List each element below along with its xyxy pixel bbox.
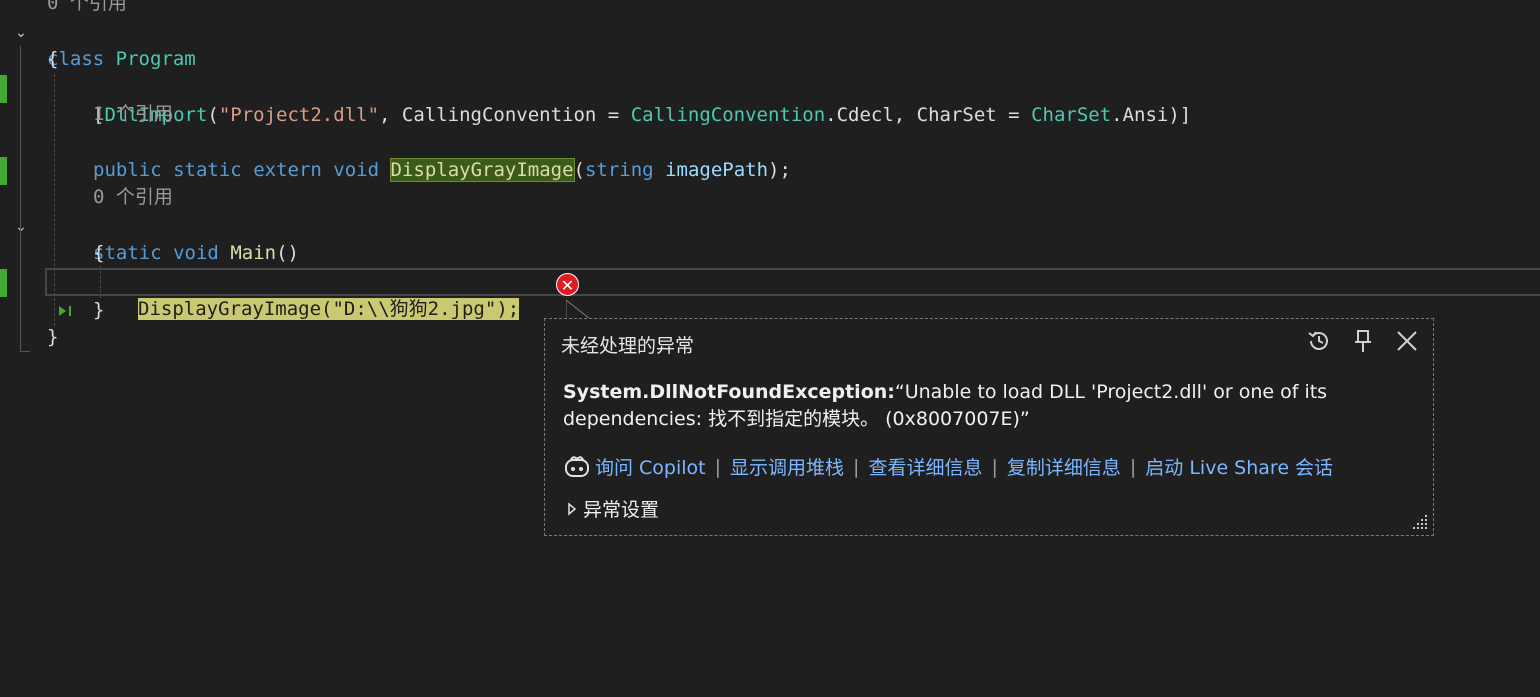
exception-settings-label: 异常设置 xyxy=(583,499,660,521)
outline-guide xyxy=(20,351,30,352)
fold-chevron-icon[interactable]: ⌄ xyxy=(12,218,30,236)
paren: ( xyxy=(207,104,219,126)
string-literal: "Project2.dll" xyxy=(218,104,380,126)
code-text: ); xyxy=(768,159,791,181)
type-name: CallingConvention xyxy=(630,104,826,126)
current-statement-highlight[interactable]: DisplayGrayImage("D:\\狗狗2.jpg"); xyxy=(138,298,520,320)
paren: ( xyxy=(573,159,585,181)
exception-helper-popup: 未经处理的异常 System.DllNotFoundException:“Una… xyxy=(544,318,1434,536)
run-to-cursor-icon[interactable] xyxy=(57,303,77,323)
codelens-references[interactable]: 0 个引用 xyxy=(93,184,173,211)
separator: | xyxy=(991,455,998,478)
separator: | xyxy=(714,455,722,478)
popup-pointer xyxy=(566,300,591,320)
code-text: ); xyxy=(496,298,520,320)
method-name-highlighted[interactable]: DisplayGrayImage xyxy=(389,158,575,182)
exception-actions: 询问 Copilot | 显示调用堆栈 | 查看详细信息 | 复制详细信息 | … xyxy=(563,453,1333,480)
type-name: CharSet xyxy=(1031,104,1112,126)
code-text: , CallingConvention = xyxy=(379,104,631,126)
outline-guide xyxy=(20,46,21,352)
copy-details-link[interactable]: 复制详细信息 xyxy=(1007,453,1121,480)
codelens-references[interactable]: 1 个引用 xyxy=(93,101,173,128)
resize-grip-icon[interactable] xyxy=(1409,511,1429,531)
history-icon[interactable] xyxy=(1305,327,1333,355)
ask-copilot-link[interactable]: 询问 Copilot xyxy=(595,453,706,480)
separator: | xyxy=(853,455,860,478)
brace: } xyxy=(47,326,59,348)
pin-icon[interactable] xyxy=(1349,327,1377,355)
expand-triangle-icon xyxy=(568,501,577,516)
code-line-call: DisplayGrayImage("D:\\狗狗2.jpg"); xyxy=(138,269,520,320)
change-bar xyxy=(0,75,7,103)
keyword: public xyxy=(93,159,162,181)
separator: | xyxy=(1129,455,1137,478)
change-bar xyxy=(0,269,7,297)
parameter-name: imagePath xyxy=(665,159,769,181)
code-text: .Ansi)] xyxy=(1111,104,1192,126)
popup-title: 未经处理的异常 xyxy=(561,335,695,357)
close-icon[interactable] xyxy=(1393,327,1421,355)
keyword: void xyxy=(333,159,380,181)
keyword: static xyxy=(173,159,242,181)
brace: { xyxy=(93,242,105,264)
keyword: extern xyxy=(253,159,322,181)
view-details-link[interactable]: 查看详细信息 xyxy=(868,453,982,480)
change-bar xyxy=(0,157,7,185)
code-line-attribute: [DllImport("Project2.dll", CallingConven… xyxy=(93,75,1191,126)
code-line-main: static void Main() xyxy=(93,213,299,264)
copilot-icon xyxy=(563,454,591,480)
show-call-stack-link[interactable]: 显示调用堆栈 xyxy=(730,453,844,480)
exception-message: System.DllNotFoundException:“Unable to l… xyxy=(563,379,1383,433)
keyword: void xyxy=(173,242,219,264)
exception-type: System.DllNotFoundException: xyxy=(563,381,895,403)
fold-chevron-icon[interactable]: ⌄ xyxy=(12,24,30,42)
method-name: Main xyxy=(230,242,277,264)
code-line-class: class Program xyxy=(47,19,196,70)
paren: () xyxy=(276,242,299,264)
code-text: .Cdecl, CharSet = xyxy=(825,104,1032,126)
codelens-references[interactable]: 0 个引用 xyxy=(47,0,127,17)
exception-settings-toggle[interactable]: 异常设置 xyxy=(567,495,659,522)
brace: { xyxy=(47,48,59,70)
start-live-share-link[interactable]: 启动 Live Share 会话 xyxy=(1145,453,1333,480)
class-name: Program xyxy=(115,48,196,70)
keyword: string xyxy=(584,159,654,181)
method-name: DisplayGrayImage xyxy=(138,298,322,320)
error-icon[interactable]: ✕ xyxy=(556,273,579,296)
paren: ( xyxy=(321,298,333,320)
string-literal: "D:\\狗狗2.jpg" xyxy=(332,298,497,320)
code-line-declaration: public static extern void DisplayGrayIma… xyxy=(93,130,791,182)
brace: } xyxy=(93,299,105,321)
popup-toolbar xyxy=(1305,327,1421,355)
